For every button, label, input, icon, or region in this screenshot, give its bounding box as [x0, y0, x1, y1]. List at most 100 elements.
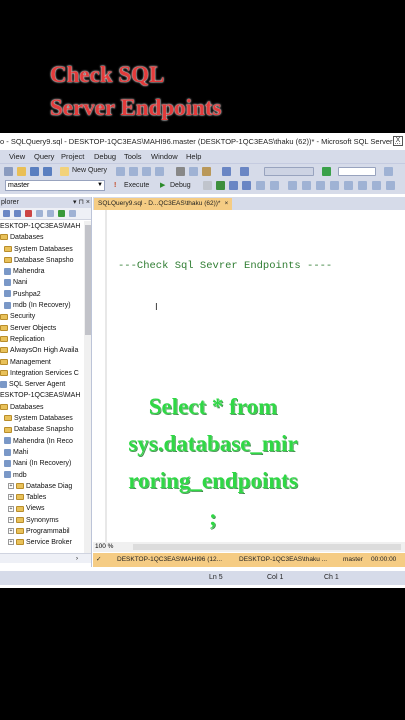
tree-item[interactable]: SQL Server Agent [0, 379, 91, 390]
toolbar-icon[interactable] [330, 181, 339, 190]
toolbar-icon[interactable] [288, 181, 297, 190]
tree-item[interactable]: Server Objects [0, 323, 91, 334]
new-query-button[interactable]: New Query [72, 164, 107, 178]
tree-item[interactable]: Database Snapsho [0, 424, 91, 435]
paste-icon[interactable] [202, 167, 211, 176]
toolbar-icon[interactable] [358, 181, 367, 190]
tree-item[interactable]: mdb [0, 470, 91, 481]
toolbar-icon[interactable] [47, 210, 54, 217]
save-icon[interactable] [30, 167, 39, 176]
refresh-icon[interactable] [58, 210, 65, 217]
tree-item[interactable]: ESKTOP-1QC3EAS\MAH [0, 390, 91, 401]
toolbar-icon[interactable] [142, 167, 151, 176]
toolbar-icon[interactable] [242, 181, 251, 190]
menu-project[interactable]: Project [61, 150, 84, 163]
connect-icon[interactable] [3, 210, 10, 217]
debug-button[interactable]: Debug [170, 178, 191, 194]
scroll-right-icon[interactable]: › [76, 554, 78, 564]
expand-icon[interactable]: + [8, 516, 14, 523]
tree-vertical-scrollbar[interactable] [84, 221, 91, 553]
tree-item[interactable]: mdb (In Recovery) [0, 300, 91, 311]
open-icon[interactable] [17, 167, 26, 176]
toolbar-icon[interactable] [256, 181, 265, 190]
tree-item[interactable]: + Database Diag [0, 481, 91, 492]
folder-icon [0, 313, 8, 320]
expand-icon[interactable]: + [8, 494, 14, 501]
tree-item[interactable]: + Tables [0, 492, 91, 503]
toolbar-icon[interactable] [372, 181, 381, 190]
search-box[interactable] [264, 167, 314, 176]
tree-item[interactable]: Mahendra [0, 266, 91, 277]
tree-item[interactable]: AlwaysOn High Availa [0, 345, 91, 356]
tree-item[interactable]: Database Snapsho [0, 255, 91, 266]
editor-horizontal-scrollbar[interactable] [133, 544, 401, 550]
menu-window[interactable]: Window [151, 150, 178, 163]
tree-item[interactable]: Databases [0, 402, 91, 413]
tree-item[interactable]: Databases [0, 232, 91, 243]
tree-item[interactable]: Nani (In Recovery) [0, 458, 91, 469]
execute-button[interactable]: Execute [124, 178, 149, 194]
menu-query[interactable]: Query [34, 150, 54, 163]
tree-item[interactable]: Nani [0, 277, 91, 288]
copy-icon[interactable] [189, 167, 198, 176]
config-dropdown[interactable] [338, 167, 376, 176]
close-icon[interactable]: X [393, 136, 403, 146]
toolbar-icon[interactable] [116, 167, 125, 176]
expand-icon[interactable]: + [8, 482, 14, 489]
tree-item[interactable]: System Databases [0, 244, 91, 255]
toolbar-icon[interactable] [384, 167, 393, 176]
tree-item[interactable]: Mahi [0, 447, 91, 458]
tree-item-label: SQL Server Agent [9, 381, 66, 389]
toolbar-icon[interactable] [316, 181, 325, 190]
tree-item[interactable]: Security [0, 311, 91, 322]
tree-item[interactable]: Management [0, 357, 91, 368]
toolbar-icon[interactable] [270, 181, 279, 190]
toolbar-icon[interactable] [129, 167, 138, 176]
menu-help[interactable]: Help [186, 150, 201, 163]
toolbar-icon[interactable] [344, 181, 353, 190]
tree-item[interactable]: Pushpa2 [0, 289, 91, 300]
chevron-down-icon: ▼ [97, 182, 103, 188]
tree-item[interactable]: Replication [0, 334, 91, 345]
toolbar-icon[interactable] [302, 181, 311, 190]
expand-icon[interactable]: + [8, 539, 14, 546]
tree-item[interactable]: Mahendra (In Reco [0, 436, 91, 447]
expand-icon[interactable]: + [8, 505, 14, 512]
tree-horizontal-scrollbar[interactable]: › [0, 553, 91, 564]
tree-item[interactable]: ESKTOP-1QC3EAS\MAH [0, 221, 91, 232]
filter-icon[interactable] [36, 210, 43, 217]
menu-view[interactable]: View [9, 150, 25, 163]
save-all-icon[interactable] [43, 167, 52, 176]
toolbar-icon[interactable] [14, 210, 21, 217]
run-icon[interactable] [322, 167, 331, 176]
tree-item[interactable]: System Databases [0, 413, 91, 424]
new-query-icon[interactable] [60, 167, 69, 176]
activity-icon[interactable] [69, 210, 76, 217]
toolbar-icon[interactable] [386, 181, 395, 190]
pane-controls[interactable]: ▾ ⊓ × [73, 197, 90, 208]
menu-debug[interactable]: Debug [94, 150, 116, 163]
stop-icon[interactable] [203, 181, 212, 190]
redo-icon[interactable] [240, 167, 249, 176]
tab-sqlquery9[interactable]: SQLQuery9.sql - D...QC3EAS\thaku (62))* × [94, 198, 233, 210]
toolbar-icon[interactable] [155, 167, 164, 176]
menu-tools[interactable]: Tools [124, 150, 142, 163]
cut-icon[interactable] [176, 167, 185, 176]
parse-icon[interactable] [216, 181, 225, 190]
tree-item[interactable]: + Synonyms [0, 515, 91, 526]
expand-icon[interactable]: + [8, 528, 14, 535]
database-select[interactable]: master ▼ [5, 180, 105, 191]
database-icon [4, 437, 11, 445]
disconnect-icon[interactable] [25, 210, 32, 217]
close-tab-icon[interactable]: × [224, 200, 228, 207]
undo-icon[interactable] [222, 167, 231, 176]
tree-item[interactable]: + Programmabil [0, 526, 91, 537]
tree-item[interactable]: Integration Services C [0, 368, 91, 379]
back-icon[interactable] [4, 167, 13, 176]
database-icon [4, 448, 11, 456]
tree-item[interactable]: + Views [0, 503, 91, 514]
tree-item[interactable]: + Service Broker [0, 537, 91, 548]
scroll-thumb[interactable] [85, 225, 91, 335]
toolbar-icon[interactable] [229, 181, 238, 190]
zoom-level[interactable]: 100 % [95, 542, 113, 552]
